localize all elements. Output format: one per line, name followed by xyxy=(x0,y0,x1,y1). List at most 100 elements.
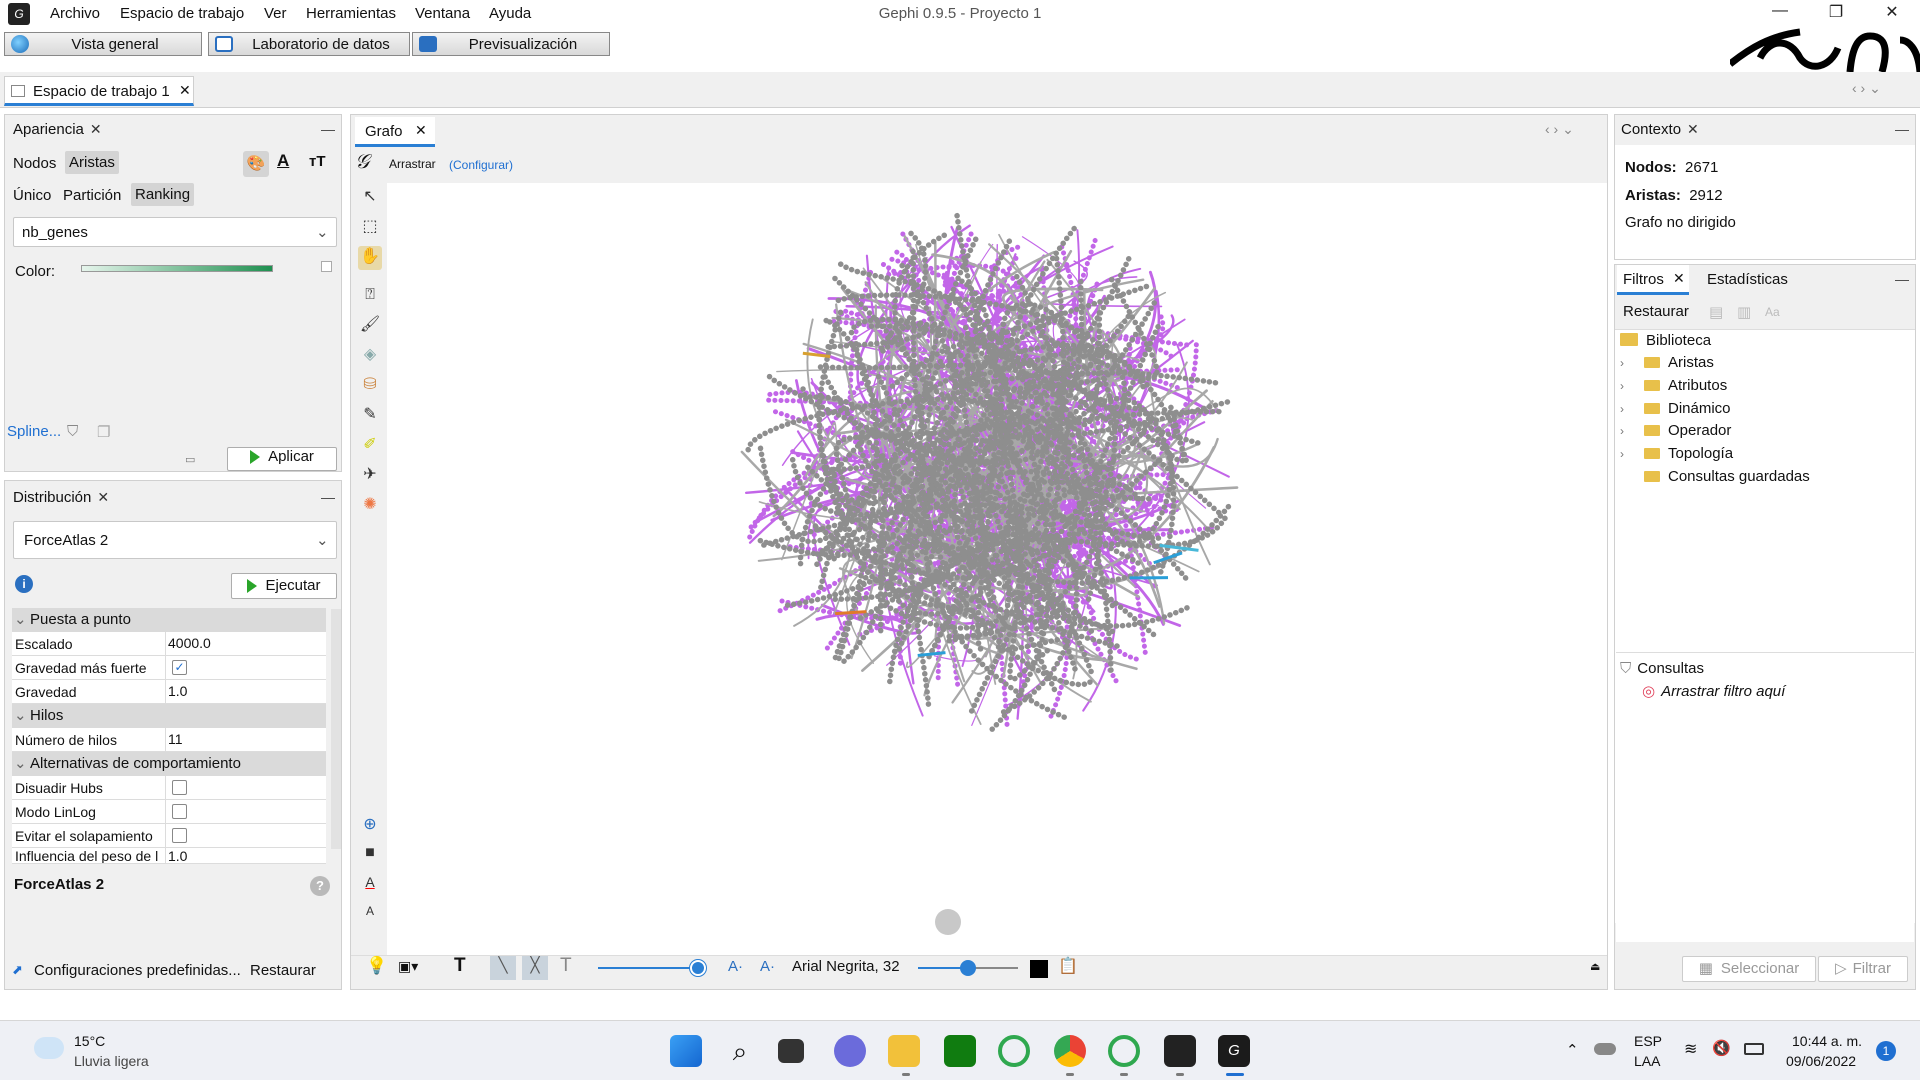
copy-icon[interactable]: ❐ xyxy=(97,423,110,441)
node-labels-icon[interactable]: T xyxy=(454,955,466,977)
edge-pencil-icon[interactable]: ✐ xyxy=(358,434,382,458)
slider-thumb[interactable] xyxy=(960,960,976,976)
filter-category-consultas-guardadas[interactable]: Consultas guardadas xyxy=(1620,468,1810,485)
volume-muted-icon[interactable]: 🔇 xyxy=(1712,1039,1731,1057)
prop-edge-weight[interactable]: Influencia del peso de l 1.0 xyxy=(12,848,326,864)
gradient-palette-icon[interactable] xyxy=(321,261,332,272)
prop-prevent-overlap[interactable]: Evitar el solapamiento xyxy=(12,824,326,848)
prop-dissuade-hubs[interactable]: Disuadir Hubs xyxy=(12,776,326,800)
minimize-button[interactable]: — xyxy=(1760,2,1800,26)
font-size-decrease-icon[interactable]: A· xyxy=(728,958,743,975)
subtab-unico[interactable]: Único xyxy=(13,187,51,204)
layout-close-icon[interactable]: ✕ xyxy=(97,489,109,505)
lightbulb-icon[interactable]: 💡 xyxy=(366,956,387,976)
apply-button[interactable]: Aplicar xyxy=(227,447,337,471)
lang-top[interactable]: ESP xyxy=(1634,1033,1662,1049)
edges-visible-icon[interactable]: ╲ xyxy=(490,956,516,980)
appearance-minimize-icon[interactable]: — xyxy=(321,121,335,137)
edge-scale-slider[interactable] xyxy=(598,960,706,976)
label-size-slider[interactable] xyxy=(918,960,1018,976)
background-color-icon[interactable]: ■ xyxy=(358,844,382,868)
subtab-particion[interactable]: Partición xyxy=(63,187,121,204)
prevent-overlap-checkbox[interactable] xyxy=(172,828,187,843)
graph-nav-arrows-icon[interactable]: ‹ › ⌄ xyxy=(1545,121,1574,138)
gravity-value[interactable]: 1.0 xyxy=(168,683,187,699)
prop-scaling[interactable]: Escalado 4000.0 xyxy=(12,632,326,656)
statistics-tab[interactable]: Estadísticas xyxy=(1707,271,1788,288)
section-tuning[interactable]: ⌄ Puesta a punto xyxy=(12,608,326,632)
shortest-path-icon[interactable]: ✈ xyxy=(358,464,382,488)
section-threads[interactable]: ⌄ Hilos xyxy=(12,704,326,728)
tray-chevron-icon[interactable]: ⌃ xyxy=(1566,1041,1579,1059)
layout-reset-link[interactable]: Restaurar xyxy=(250,962,316,979)
workspace-tab-close-icon[interactable]: ✕ xyxy=(179,82,191,99)
scaling-value[interactable]: 4000.0 xyxy=(168,635,211,651)
filter-category-operador[interactable]: › Operador xyxy=(1620,422,1731,439)
heat-map-icon[interactable]: ✺ xyxy=(358,494,382,518)
filter-category-aristas[interactable]: › Aristas xyxy=(1620,354,1714,371)
filters-auto-refresh-icon[interactable]: Aa xyxy=(1765,305,1780,319)
weather-rain-icon[interactable] xyxy=(34,1037,64,1059)
notification-badge[interactable]: 1 xyxy=(1876,1041,1896,1061)
xbox-icon[interactable] xyxy=(944,1035,976,1067)
select-cursor-icon[interactable]: ↖ xyxy=(358,186,382,210)
drag-hand-icon[interactable]: ✋ xyxy=(358,246,382,270)
run-layout-button[interactable]: Ejecutar xyxy=(231,573,337,599)
font-color-swatch[interactable] xyxy=(1030,960,1048,978)
label-color-icon[interactable]: A xyxy=(277,151,289,171)
task-view-icon[interactable] xyxy=(778,1039,804,1063)
filter-category-dinamico[interactable]: › Dinámico xyxy=(1620,400,1731,417)
stronger-gravity-checkbox[interactable]: ✓ xyxy=(172,660,187,675)
section-behavior[interactable]: ⌄ Alternativas de comportamiento xyxy=(12,752,326,776)
prop-stronger-gravity[interactable]: Gravedad más fuerte ✓ xyxy=(12,656,326,680)
mode-laboratorio-de-datos[interactable]: Laboratorio de datos xyxy=(208,32,410,56)
queries-root[interactable]: ⛉ Consultas xyxy=(1620,660,1704,677)
edge-weight-value[interactable]: 1.0 xyxy=(168,848,187,863)
context-close-icon[interactable]: ✕ xyxy=(1687,121,1699,137)
select-button[interactable]: ▦ Seleccionar xyxy=(1682,956,1816,982)
chrome-icon[interactable] xyxy=(1054,1035,1086,1067)
filter-category-atributos[interactable]: › Atributos xyxy=(1620,377,1727,394)
properties-scroll-track[interactable] xyxy=(331,609,341,849)
filters-close-icon[interactable]: ✕ xyxy=(1673,270,1685,287)
prop-threads[interactable]: Número de hilos 11 xyxy=(12,728,326,752)
chat-icon[interactable] xyxy=(834,1035,866,1067)
color-gradient-bar[interactable] xyxy=(81,265,273,272)
linlog-checkbox[interactable] xyxy=(172,804,187,819)
mode-vista-general[interactable]: Vista general xyxy=(4,32,202,56)
filter-button[interactable]: ▷ Filtrar xyxy=(1818,956,1908,982)
gephi-ring-icon-2[interactable] xyxy=(1108,1035,1140,1067)
graph-tab-close-icon[interactable]: ✕ xyxy=(415,122,427,139)
workspace-tab[interactable]: Espacio de trabajo 1 ✕ xyxy=(4,76,194,106)
screenshot-icon[interactable]: ▣▾ xyxy=(398,958,418,975)
filters-export-icon[interactable]: ▤ xyxy=(1709,303,1723,321)
windows-start-icon[interactable] xyxy=(670,1035,702,1067)
wifi-icon[interactable]: ≋ xyxy=(1684,1039,1697,1059)
layout-minimize-icon[interactable]: — xyxy=(321,489,335,505)
color-palette-icon[interactable]: 🎨 xyxy=(243,151,269,177)
font-name[interactable]: Arial Negrita, 32 xyxy=(792,958,900,975)
appearance-tab-aristas[interactable]: Aristas xyxy=(65,151,119,174)
subtab-ranking[interactable]: Ranking xyxy=(131,183,195,206)
clock-time[interactable]: 10:44 a. m. xyxy=(1792,1033,1862,1049)
gephi-app-icon[interactable]: G xyxy=(1218,1035,1250,1067)
battery-icon[interactable] xyxy=(1744,1043,1764,1055)
rectangle-select-icon[interactable]: ⬚ xyxy=(358,216,382,240)
spline-link[interactable]: Spline... xyxy=(7,423,61,440)
query-cursor-icon[interactable]: ⍰ xyxy=(358,286,382,310)
graph-drag-handle[interactable] xyxy=(935,909,961,935)
funnel-icon[interactable]: ⛉ xyxy=(67,423,78,440)
prop-linlog[interactable]: Modo LinLog xyxy=(12,800,326,824)
edge-color-icon[interactable]: ╳ xyxy=(522,956,548,980)
appearance-close-icon[interactable]: ✕ xyxy=(90,121,102,137)
lang-bottom[interactable]: LAA xyxy=(1634,1053,1660,1069)
close-window-button[interactable]: ✕ xyxy=(1872,2,1912,26)
mode-previsualizacion[interactable]: Previsualización xyxy=(412,32,610,56)
label-size-icon[interactable]: ᴛT xyxy=(309,153,326,170)
clipboard-icon[interactable]: 📋 xyxy=(1058,956,1078,976)
filters-save-icon[interactable]: ▥ xyxy=(1737,303,1751,321)
pencil-icon[interactable]: ✎ xyxy=(358,404,382,428)
tab-nav-arrows-icon[interactable]: ‹ › ⌄ xyxy=(1852,80,1881,97)
layout-algorithm-select[interactable]: ForceAtlas 2 ⌄ xyxy=(13,521,337,559)
filters-tab[interactable]: Filtros ✕ xyxy=(1617,265,1689,295)
